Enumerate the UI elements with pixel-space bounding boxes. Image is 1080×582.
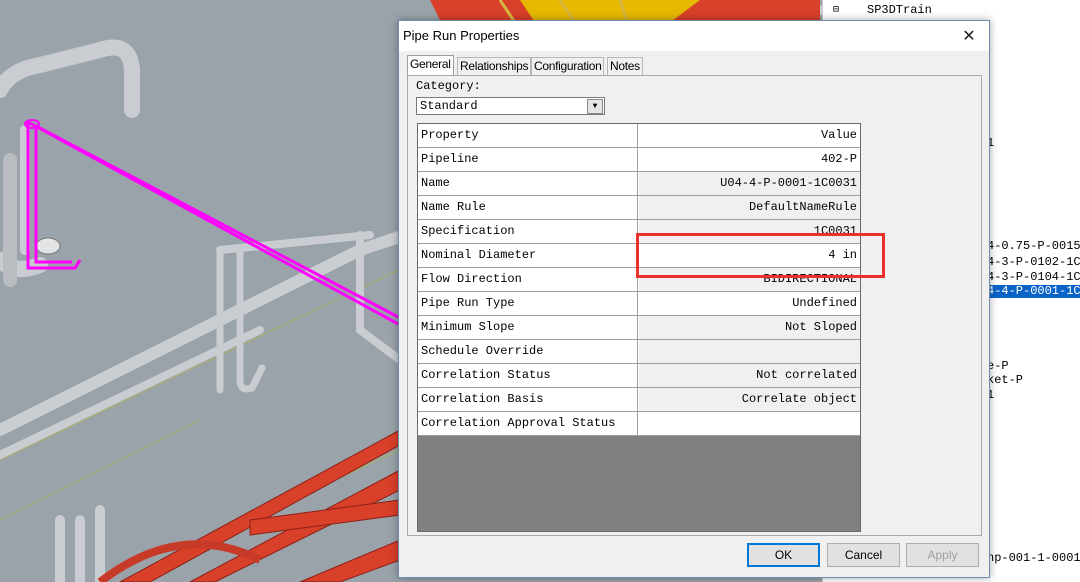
property-name: Pipeline: [418, 148, 638, 171]
property-value[interactable]: Not Sloped: [639, 316, 860, 339]
property-grid[interactable]: Property Value Pipeline 402-P Name U04-4…: [417, 123, 861, 532]
category-label: Category:: [416, 79, 481, 93]
property-value[interactable]: [639, 340, 860, 363]
property-value[interactable]: 1C0031: [639, 220, 860, 243]
close-icon[interactable]: ✕: [957, 24, 981, 48]
table-row[interactable]: Nominal Diameter 4 in: [418, 244, 860, 268]
property-value[interactable]: [639, 412, 860, 435]
table-row[interactable]: Name U04-4-P-0001-1C0031: [418, 172, 860, 196]
table-row[interactable]: Correlation Status Not correlated: [418, 364, 860, 388]
table-row[interactable]: Flow Direction BIDIRECTIONAL: [418, 268, 860, 292]
property-value[interactable]: U04-4-P-0001-1C0031: [639, 172, 860, 195]
property-name: Name Rule: [418, 196, 638, 219]
table-row[interactable]: Schedule Override: [418, 340, 860, 364]
tree-fragment[interactable]: e-P: [987, 360, 1009, 373]
grid-header-value: Value: [639, 124, 860, 147]
property-value[interactable]: Correlate object: [639, 388, 860, 411]
dialog-title: Pipe Run Properties: [403, 28, 520, 43]
table-row[interactable]: Pipe Run Type Undefined: [418, 292, 860, 316]
tree-fragment[interactable]: 4-0.75-P-0015-1: [987, 240, 1080, 253]
property-value[interactable]: BIDIRECTIONAL: [639, 268, 860, 291]
table-row[interactable]: Correlation Approval Status: [418, 412, 860, 436]
category-select-value: Standard: [420, 99, 478, 113]
tree-item-sp3dtrain[interactable]: SP3DTrain: [867, 4, 932, 17]
pipe-run-properties-dialog: Pipe Run Properties ✕ General Relationsh…: [398, 20, 990, 578]
ok-button[interactable]: OK: [747, 543, 820, 567]
property-name: Correlation Approval Status: [418, 412, 638, 435]
tree-fragment[interactable]: ket-P: [987, 374, 1023, 387]
table-row[interactable]: Correlation Basis Correlate object: [418, 388, 860, 412]
table-row[interactable]: Minimum Slope Not Sloped: [418, 316, 860, 340]
property-value[interactable]: DefaultNameRule: [639, 196, 860, 219]
property-name: Name: [418, 172, 638, 195]
tree-fragment-selected[interactable]: 4-4-P-0001-1C00: [987, 285, 1080, 298]
property-value[interactable]: Undefined: [639, 292, 860, 315]
table-row[interactable]: Specification 1C0031: [418, 220, 860, 244]
grid-header-row: Property Value: [418, 124, 860, 148]
property-name: Correlation Status: [418, 364, 638, 387]
table-row[interactable]: Name Rule DefaultNameRule: [418, 196, 860, 220]
dialog-titlebar[interactable]: Pipe Run Properties ✕: [399, 21, 989, 51]
property-value[interactable]: 402-P: [639, 148, 860, 171]
property-value[interactable]: Not correlated: [639, 364, 860, 387]
tree-fragment[interactable]: 4-3-P-0102-1C00: [987, 256, 1080, 269]
tab-configuration[interactable]: Configuration: [531, 57, 605, 75]
property-name: Schedule Override: [418, 340, 638, 363]
apply-button[interactable]: Apply: [906, 543, 979, 567]
chevron-down-icon[interactable]: ▼: [587, 99, 603, 114]
tab-general[interactable]: General: [407, 55, 454, 75]
tab-relationships[interactable]: Relationships: [457, 57, 532, 75]
property-name: Flow Direction: [418, 268, 638, 291]
table-row[interactable]: Pipeline 402-P: [418, 148, 860, 172]
category-select[interactable]: Standard ▼: [416, 97, 605, 115]
property-name: Nominal Diameter: [418, 244, 638, 267]
property-value[interactable]: 4 in: [639, 244, 860, 267]
grid-header-property: Property: [418, 124, 638, 147]
cancel-button[interactable]: Cancel: [827, 543, 900, 567]
tree-fragment[interactable]: np-001-1-0001: [987, 552, 1080, 565]
property-name: Specification: [418, 220, 638, 243]
tree-expander-icon[interactable]: ⊟: [833, 4, 839, 17]
property-name: Pipe Run Type: [418, 292, 638, 315]
tree-fragment[interactable]: 4-3-P-0104-1C00: [987, 271, 1080, 284]
property-name: Minimum Slope: [418, 316, 638, 339]
property-name: Correlation Basis: [418, 388, 638, 411]
tab-notes[interactable]: Notes: [607, 57, 643, 75]
